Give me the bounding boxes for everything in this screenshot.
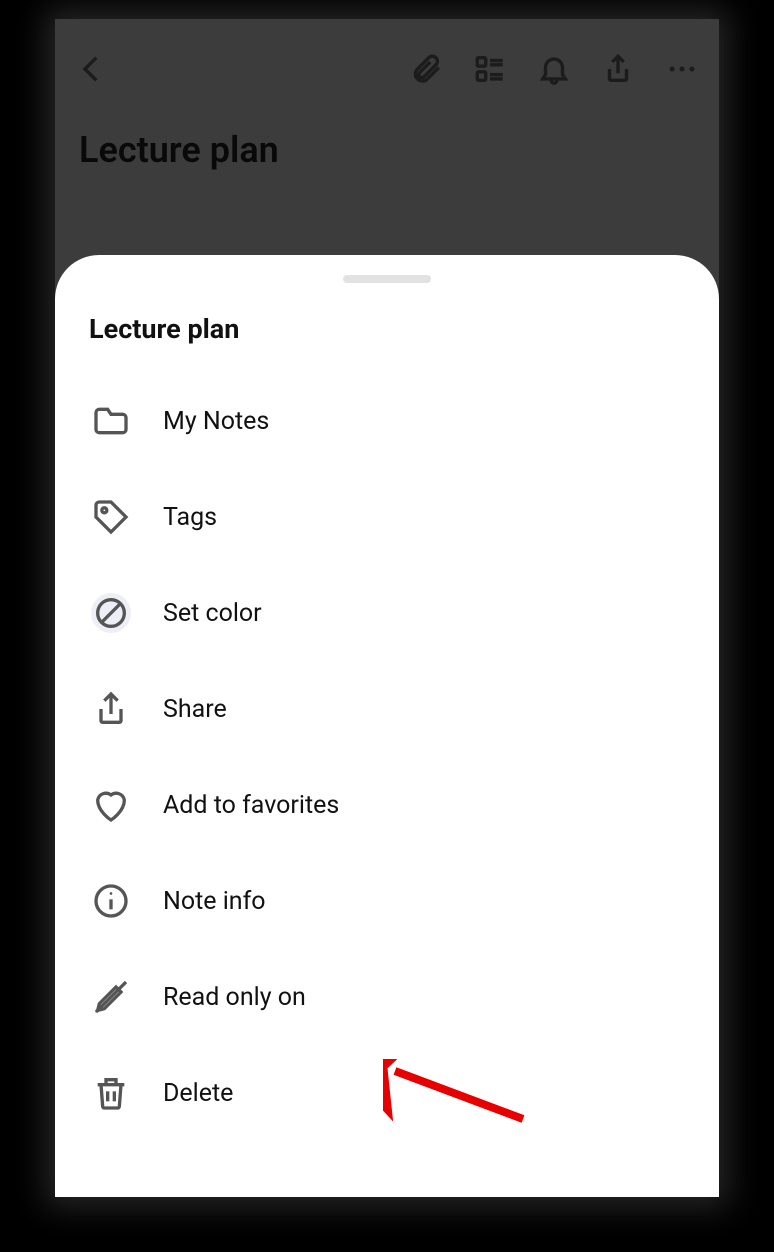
no-color-icon bbox=[91, 593, 131, 633]
menu-label: My Notes bbox=[163, 407, 269, 436]
menu-label: Read only on bbox=[163, 983, 306, 1012]
sheet-title: Lecture plan bbox=[55, 313, 719, 373]
menu-label: Share bbox=[163, 695, 227, 724]
menu-label: Tags bbox=[163, 503, 217, 532]
heart-icon bbox=[91, 785, 131, 825]
page-title: Lecture plan bbox=[55, 109, 719, 171]
share-icon[interactable] bbox=[601, 52, 635, 86]
action-menu: My Notes Tags Set color Share bbox=[55, 373, 719, 1141]
app-window: Lecture plan Lecture plan My Notes Tags bbox=[55, 19, 719, 1197]
menu-label: Note info bbox=[163, 887, 266, 916]
action-sheet: Lecture plan My Notes Tags Set color bbox=[55, 255, 719, 1197]
more-icon[interactable] bbox=[665, 52, 699, 86]
menu-item-delete[interactable]: Delete bbox=[73, 1045, 701, 1141]
checklist-icon[interactable] bbox=[473, 52, 507, 86]
menu-item-note-info[interactable]: Note info bbox=[73, 853, 701, 949]
share-icon bbox=[91, 689, 131, 729]
bell-icon[interactable] bbox=[537, 52, 571, 86]
back-button[interactable] bbox=[75, 52, 109, 86]
folder-icon bbox=[91, 401, 131, 441]
read-only-icon bbox=[91, 977, 131, 1017]
trash-icon bbox=[91, 1073, 131, 1113]
menu-item-my-notes[interactable]: My Notes bbox=[73, 373, 701, 469]
menu-item-set-color[interactable]: Set color bbox=[73, 565, 701, 661]
menu-label: Add to favorites bbox=[163, 791, 339, 820]
tag-icon bbox=[91, 497, 131, 537]
sheet-grabber[interactable] bbox=[343, 275, 431, 283]
menu-label: Delete bbox=[163, 1079, 233, 1108]
menu-item-read-only[interactable]: Read only on bbox=[73, 949, 701, 1045]
info-icon bbox=[91, 881, 131, 921]
menu-label: Set color bbox=[163, 599, 262, 628]
menu-item-share[interactable]: Share bbox=[73, 661, 701, 757]
toolbar bbox=[55, 19, 719, 109]
menu-item-tags[interactable]: Tags bbox=[73, 469, 701, 565]
attachment-icon[interactable] bbox=[409, 52, 443, 86]
menu-item-favorites[interactable]: Add to favorites bbox=[73, 757, 701, 853]
